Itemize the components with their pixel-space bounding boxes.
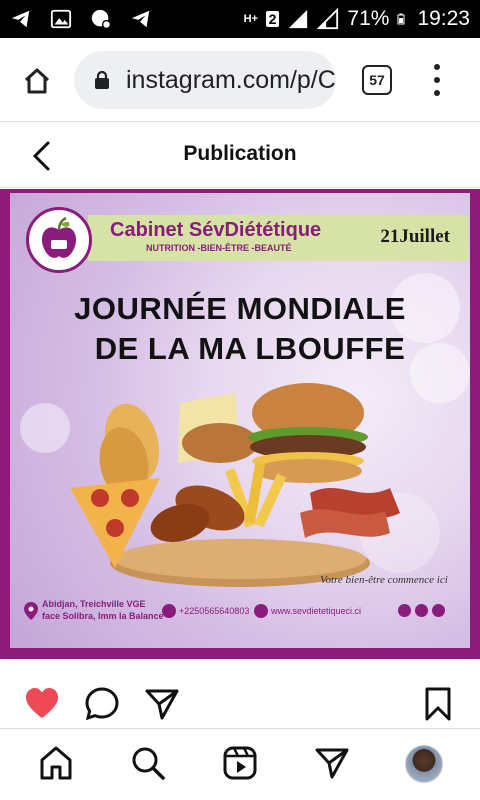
post-actions — [0, 672, 480, 728]
address-line-1: Abidjan, Treichville VGE — [42, 599, 146, 609]
home-icon[interactable] — [38, 745, 74, 781]
message-icon — [91, 9, 112, 30]
comment-icon[interactable] — [84, 686, 120, 722]
battery-icon — [397, 13, 405, 25]
post-flyer: Cabinet SévDiététique NUTRITION -BIEN-ÊT… — [10, 193, 470, 648]
reels-icon[interactable] — [222, 745, 258, 781]
tab-switcher-button[interactable]: 57 — [362, 65, 392, 95]
brand-band: Cabinet SévDiététique NUTRITION -BIEN-ÊT… — [88, 215, 468, 261]
telegram-icon — [131, 10, 150, 28]
junk-food-illustration — [70, 383, 400, 587]
slogan: Votre bien-être commence ici — [320, 574, 448, 586]
bookmark-icon[interactable] — [420, 686, 456, 722]
page-header: Publication — [0, 122, 480, 188]
page-title: Publication — [183, 142, 297, 165]
telegram-icon — [11, 10, 30, 28]
globe-icon — [254, 604, 268, 618]
battery-percent: 71% — [347, 7, 390, 30]
phone-number: +2250565640803 — [179, 606, 250, 616]
lock-icon — [95, 71, 109, 89]
share-send-icon[interactable] — [144, 686, 180, 722]
website: www.sevdietetiqueci.ci — [271, 606, 362, 616]
browser-toolbar: instagram.com/p/C 57 — [0, 38, 480, 122]
signal-icon — [317, 8, 339, 30]
profile-avatar[interactable] — [405, 745, 443, 783]
apple-icon — [41, 216, 77, 258]
brand-name: Cabinet SévDiététique — [110, 219, 322, 241]
brand-tagline: NUTRITION -BIEN-ÊTRE -BEAUTÉ — [146, 243, 292, 253]
bottom-nav — [0, 728, 480, 800]
phone-icon — [162, 604, 176, 618]
contact-footer: Abidjan, Treichville VGE face Solibra, I… — [10, 598, 470, 628]
address-bar[interactable]: instagram.com/p/C — [74, 51, 336, 109]
like-heart-icon[interactable] — [24, 686, 60, 722]
home-icon[interactable] — [22, 66, 52, 96]
whatsapp-icon — [415, 604, 428, 617]
facebook-icon — [398, 604, 411, 617]
url-text: instagram.com/p/C — [126, 66, 336, 94]
signal-icon — [289, 9, 308, 29]
location-pin-icon — [24, 602, 38, 620]
network-type: H+ — [243, 12, 258, 25]
overflow-menu-icon[interactable] — [428, 64, 446, 96]
direct-message-icon[interactable] — [314, 745, 350, 781]
event-date: 21Juillet — [380, 226, 450, 247]
headline-line-2: DE LA MA LBOUFFE — [94, 331, 406, 366]
address-line-2: face Solibra, Imm la Balance — [42, 611, 164, 621]
brand-logo — [26, 207, 92, 273]
search-icon[interactable] — [130, 745, 166, 781]
post-image[interactable]: Cabinet SévDiététique NUTRITION -BIEN-ÊT… — [0, 189, 480, 659]
clock: 19:23 — [417, 7, 470, 30]
sim-indicator: 2 — [265, 11, 280, 27]
status-bar: H+ 2 71% 19:23 — [0, 0, 480, 38]
gallery-icon — [50, 9, 72, 29]
instagram-icon — [432, 604, 445, 617]
headline-line-1: JOURNÉE MONDIALE — [74, 291, 406, 326]
